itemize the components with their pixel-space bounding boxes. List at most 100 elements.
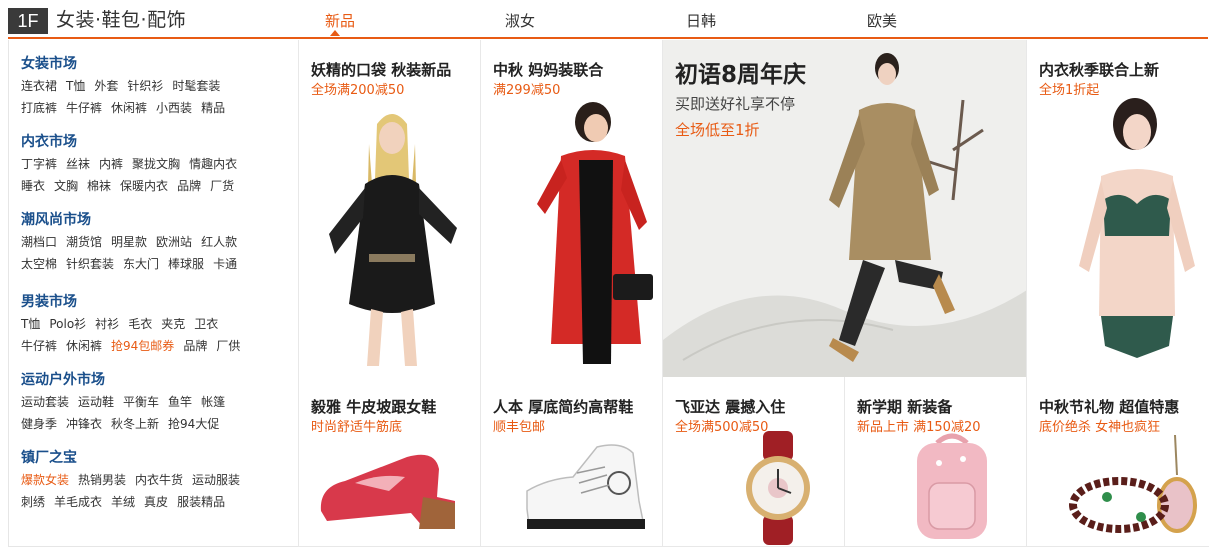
category-link[interactable]: 运动套装 [21,395,69,409]
promo-link[interactable]: 抢94包邮券 [111,339,174,353]
category-link[interactable]: 针织套装 [66,257,114,271]
category-link[interactable]: 棒球服 [168,257,204,271]
category-link[interactable]: 文胸 [54,179,78,193]
promo-link[interactable]: 爆款女装 [21,473,69,487]
category-link[interactable]: 羊绒 [111,495,135,509]
wrist-watch-image [746,431,810,545]
product-card-backpack[interactable]: 新学期 新装备 新品上市 满150减20 [844,377,1027,547]
tab-new[interactable]: 新品 [270,10,410,32]
tab-lady[interactable]: 淑女 [450,10,590,32]
category-link[interactable]: 明星款 [111,235,147,249]
category-link[interactable]: 丝袜 [66,157,90,171]
floor-title: 女装·鞋包·配饰 [56,9,187,31]
category-link[interactable]: 连衣裙 [21,79,57,93]
category-link[interactable]: 休闲裤 [111,101,147,115]
category-link[interactable]: 内裤 [99,157,123,171]
product-promo: 时尚舒适牛筋底 [311,420,403,435]
category-link[interactable]: 内衣牛货 [135,473,183,487]
product-card-sneaker[interactable]: 人本 厚底简约高帮鞋 顺丰包邮 [480,377,663,547]
category-sidebar: 女装市场 连衣裙 T恤 外套 针织衫 时髦套装 打底裤 牛仔裤 休闲裤 小西装 精品 内衣市场 … [8,40,299,547]
category-link[interactable]: 丁字裤 [21,157,57,171]
category-link[interactable]: 真皮 [144,495,168,509]
category-link[interactable]: 衬衫 [95,317,119,331]
category-men: 男装市场 T恤 Polo衫 衬衫 毛衣 夹克 卫衣 牛仔裤 休闲裤 抢94包邮券 品牌 厂供 [21,292,291,359]
product-title: 中秋 妈妈装联合 [493,61,604,79]
category-link[interactable]: 棉袜 [87,179,111,193]
category-link[interactable]: 红人款 [201,235,237,249]
category-link[interactable]: 欧洲站 [156,235,192,249]
category-link[interactable]: 聚拢文胸 [132,157,180,171]
category-title[interactable]: 内衣市场 [21,132,291,152]
category-link[interactable]: 外套 [94,79,118,93]
tab-europe-america[interactable]: 欧美 [812,10,952,32]
category-link[interactable]: T恤 [66,79,85,93]
category-title[interactable]: 女装市场 [21,54,291,74]
category-link[interactable]: 厂货 [210,179,234,193]
category-link[interactable]: T恤 [21,317,40,331]
category-link[interactable]: 太空棉 [21,257,57,271]
category-link[interactable]: 运动鞋 [78,395,114,409]
category-link[interactable]: 精品 [201,101,225,115]
category-links: 丁字裤 丝袜 内裤 聚拢文胸 情趣内衣 [21,155,291,173]
category-link[interactable]: 羊毛成衣 [54,495,102,509]
category-link[interactable]: 睡衣 [21,179,45,193]
category-women: 女装市场 连衣裙 T恤 外套 针织衫 时髦套装 打底裤 牛仔裤 休闲裤 小西装 精品 [21,54,291,121]
product-title: 人本 厚底简约高帮鞋 [493,398,634,416]
product-card-lingerie[interactable]: 内衣秋季联合上新 全场1折起 [1026,40,1209,378]
category-link[interactable]: 牛仔裤 [66,101,102,115]
category-link[interactable]: 品牌 [177,179,201,193]
category-link[interactable]: 热销男装 [78,473,126,487]
category-link[interactable]: 秋冬上新 [111,417,159,431]
tab-japan-korea[interactable]: 日韩 [631,10,771,32]
category-link[interactable]: 抢94大促 [168,417,219,431]
category-link[interactable]: 刺绣 [21,495,45,509]
category-link[interactable]: 针织衫 [127,79,163,93]
category-link[interactable]: 平衡车 [123,395,159,409]
category-link[interactable]: 时髦套装 [172,79,220,93]
header-divider [8,37,1208,39]
category-link[interactable]: 潮档口 [21,235,57,249]
black-dress-model-image [329,114,457,366]
bead-bracelet-image [1069,435,1197,533]
category-link[interactable]: 健身季 [21,417,57,431]
red-coat-model-image [537,102,653,364]
category-link[interactable]: 小西装 [156,101,192,115]
product-card-wedge-shoe[interactable]: 毅雅 牛皮坡跟女鞋 时尚舒适牛筋底 [298,377,481,547]
category-link[interactable]: 休闲裤 [66,339,102,353]
category-link[interactable]: 夹克 [161,317,185,331]
category-link[interactable]: 冲锋衣 [66,417,102,431]
category-links: 刺绣 羊毛成衣 羊绒 真皮 服装精品 [21,493,291,511]
category-link[interactable]: 卫衣 [194,317,218,331]
category-link[interactable]: 毛衣 [128,317,152,331]
category-title[interactable]: 镇厂之宝 [21,448,291,468]
product-promo: 顺丰包邮 [493,420,546,435]
product-promo: 全场满200减50 [311,83,405,98]
category-link[interactable]: 情趣内衣 [189,157,237,171]
category-link[interactable]: 服装精品 [177,495,225,509]
category-link[interactable]: Polo衫 [49,317,86,331]
category-links: 睡衣 文胸 棉袜 保暖内衣 品牌 厂货 [21,177,291,195]
category-link[interactable]: 运动服装 [192,473,240,487]
category-link[interactable]: 厂供 [216,339,240,353]
category-title[interactable]: 潮风尚市场 [21,210,291,230]
category-link[interactable]: 鱼竿 [168,395,192,409]
active-tab-indicator [330,30,340,36]
category-link[interactable]: 东大门 [123,257,159,271]
category-title[interactable]: 运动户外市场 [21,370,291,390]
category-link[interactable]: 牛仔裤 [21,339,57,353]
category-link[interactable]: 卡通 [213,257,237,271]
category-link[interactable]: 潮货馆 [66,235,102,249]
product-card-watch[interactable]: 飞亚达 震撼入住 全场满500减50 [662,377,845,547]
category-links: 太空棉 针织套装 东大门 棒球服 卡通 [21,255,291,273]
category-link[interactable]: 帐篷 [201,395,225,409]
product-card-red-coat[interactable]: 中秋 妈妈装联合 满299减50 [480,40,663,378]
product-card-bracelet[interactable]: 中秋节礼物 超值特惠 底价绝杀 女神也疯狂 [1026,377,1209,547]
category-links: 牛仔裤 休闲裤 抢94包邮券 品牌 厂供 [21,337,291,355]
category-link[interactable]: 保暖内衣 [120,179,168,193]
category-factory: 镇厂之宝 爆款女装 热销男装 内衣牛货 运动服装 刺绣 羊毛成衣 羊绒 真皮 服装精品 [21,448,291,515]
category-link[interactable]: 品牌 [183,339,207,353]
featured-promo-banner[interactable]: 初语8周年庆 买即送好礼享不停 全场低至1折 [662,40,1027,378]
product-card-black-dress[interactable]: 妖精的口袋 秋装新品 全场满200减50 [298,40,481,378]
category-link[interactable]: 打底裤 [21,101,57,115]
category-title[interactable]: 男装市场 [21,292,291,312]
